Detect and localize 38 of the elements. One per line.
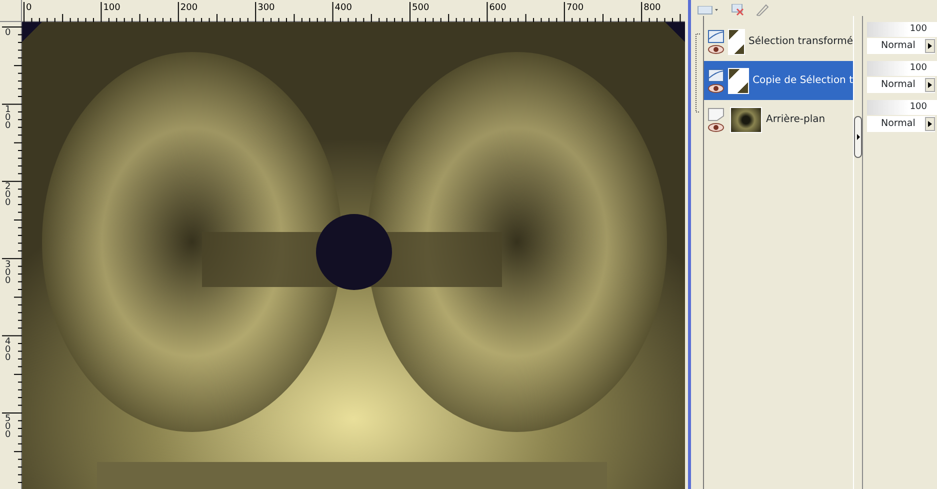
eye-icon[interactable] bbox=[708, 84, 724, 92]
ruler-label: 800 bbox=[644, 3, 661, 13]
layer-thumbnail bbox=[728, 68, 749, 94]
opacity-field[interactable]: 100 bbox=[867, 100, 937, 115]
layer-row[interactable]: Copie de Sélection t bbox=[704, 61, 853, 100]
opacity-field[interactable]: 100 bbox=[867, 22, 937, 37]
ruler-label: 600 bbox=[489, 3, 506, 13]
ruler-label: 200 bbox=[180, 3, 198, 13]
layer-name: Copie de Sélection t bbox=[752, 74, 853, 88]
blend-mode-dropdown[interactable]: Normal bbox=[867, 77, 935, 93]
layer-thumbnail bbox=[728, 28, 745, 54]
ruler-label: 100 bbox=[5, 106, 12, 130]
background-layer-icon bbox=[708, 108, 724, 120]
ruler-label: 200 bbox=[5, 183, 12, 208]
ruler-label: 500 bbox=[412, 3, 430, 13]
eye-icon[interactable] bbox=[708, 122, 724, 132]
raster-layer-icon bbox=[708, 68, 724, 82]
ruler-label: 100 bbox=[103, 3, 120, 13]
delete-layer-icon[interactable] bbox=[731, 4, 745, 16]
ruler-label: 300 bbox=[5, 260, 12, 285]
layer-name: Sélection transformé bbox=[748, 35, 853, 49]
ruler-label: 300 bbox=[258, 3, 275, 13]
layer-row[interactable]: Sélection transformé bbox=[704, 22, 853, 61]
collapse-handle-icon[interactable] bbox=[854, 116, 862, 158]
ruler-label: 0 bbox=[5, 29, 12, 37]
layer-thumbnail bbox=[730, 106, 762, 132]
ruler-label: 700 bbox=[566, 3, 584, 13]
layer-name: Arrière-plan bbox=[766, 113, 826, 127]
blend-mode-dropdown[interactable]: Normal bbox=[867, 116, 935, 132]
blend-mode-dropdown[interactable]: Normal bbox=[867, 38, 935, 54]
opacity-field[interactable]: 100 bbox=[867, 61, 937, 76]
layer-row[interactable]: Arrière-plan bbox=[704, 100, 853, 139]
ruler-label: 0 bbox=[26, 3, 32, 13]
eye-icon[interactable] bbox=[708, 44, 724, 54]
raster-layer-icon bbox=[708, 30, 724, 42]
ruler-label: 500 bbox=[5, 415, 12, 439]
ruler-label: 400 bbox=[5, 338, 12, 362]
ruler-label: 400 bbox=[334, 3, 352, 13]
